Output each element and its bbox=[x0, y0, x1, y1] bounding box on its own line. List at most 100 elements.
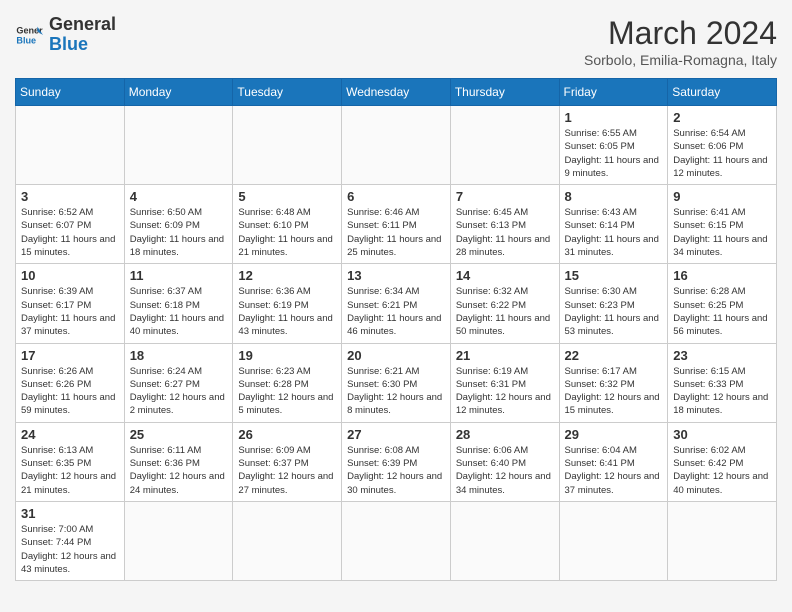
calendar-cell: 2 Sunrise: 6:54 AM Sunset: 6:06 PM Daylig… bbox=[668, 106, 777, 185]
day-number: 24 bbox=[21, 427, 119, 442]
day-info: Sunrise: 6:24 AM Sunset: 6:27 PM Dayligh… bbox=[130, 365, 228, 418]
calendar-cell: 10 Sunrise: 6:39 AM Sunset: 6:17 PM Dayli… bbox=[16, 264, 125, 343]
day-number: 17 bbox=[21, 348, 119, 363]
column-header-tuesday: Tuesday bbox=[233, 79, 342, 106]
day-info: Sunrise: 6:34 AM Sunset: 6:21 PM Dayligh… bbox=[347, 285, 445, 338]
day-info: Sunrise: 6:04 AM Sunset: 6:41 PM Dayligh… bbox=[565, 444, 663, 497]
calendar-week-row: 1 Sunrise: 6:55 AM Sunset: 6:05 PM Daylig… bbox=[16, 106, 777, 185]
column-header-monday: Monday bbox=[124, 79, 233, 106]
calendar-table: SundayMondayTuesdayWednesdayThursdayFrid… bbox=[15, 78, 777, 581]
day-info: Sunrise: 6:43 AM Sunset: 6:14 PM Dayligh… bbox=[565, 206, 663, 259]
day-number: 18 bbox=[130, 348, 228, 363]
day-info: Sunrise: 6:06 AM Sunset: 6:40 PM Dayligh… bbox=[456, 444, 554, 497]
calendar-cell bbox=[342, 106, 451, 185]
day-info: Sunrise: 6:32 AM Sunset: 6:22 PM Dayligh… bbox=[456, 285, 554, 338]
day-number: 20 bbox=[347, 348, 445, 363]
day-number: 2 bbox=[673, 110, 771, 125]
calendar-header-row: SundayMondayTuesdayWednesdayThursdayFrid… bbox=[16, 79, 777, 106]
month-title: March 2024 bbox=[584, 15, 777, 52]
calendar-cell: 25Sunrise: 6:11 AM Sunset: 6:36 PM Dayli… bbox=[124, 422, 233, 501]
calendar-cell: 21Sunrise: 6:19 AM Sunset: 6:31 PM Dayli… bbox=[450, 343, 559, 422]
day-info: Sunrise: 6:54 AM Sunset: 6:06 PM Dayligh… bbox=[673, 127, 771, 180]
day-number: 8 bbox=[565, 189, 663, 204]
day-info: Sunrise: 6:46 AM Sunset: 6:11 PM Dayligh… bbox=[347, 206, 445, 259]
day-info: Sunrise: 6:21 AM Sunset: 6:30 PM Dayligh… bbox=[347, 365, 445, 418]
day-number: 30 bbox=[673, 427, 771, 442]
column-header-saturday: Saturday bbox=[668, 79, 777, 106]
day-info: Sunrise: 7:00 AM Sunset: 7:44 PM Dayligh… bbox=[21, 523, 119, 576]
day-number: 4 bbox=[130, 189, 228, 204]
calendar-cell: 7 Sunrise: 6:45 AM Sunset: 6:13 PM Daylig… bbox=[450, 185, 559, 264]
day-info: Sunrise: 6:39 AM Sunset: 6:17 PM Dayligh… bbox=[21, 285, 119, 338]
day-info: Sunrise: 6:09 AM Sunset: 6:37 PM Dayligh… bbox=[238, 444, 336, 497]
day-info: Sunrise: 6:26 AM Sunset: 6:26 PM Dayligh… bbox=[21, 365, 119, 418]
calendar-cell: 6Sunrise: 6:46 AM Sunset: 6:11 PM Daylig… bbox=[342, 185, 451, 264]
calendar-cell: 13 Sunrise: 6:34 AM Sunset: 6:21 PM Dayli… bbox=[342, 264, 451, 343]
calendar-cell: 12 Sunrise: 6:36 AM Sunset: 6:19 PM Dayli… bbox=[233, 264, 342, 343]
calendar-cell: 30 Sunrise: 6:02 AM Sunset: 6:42 PM Dayli… bbox=[668, 422, 777, 501]
calendar-cell: 23 Sunrise: 6:15 AM Sunset: 6:33 PM Dayli… bbox=[668, 343, 777, 422]
calendar-week-row: 10 Sunrise: 6:39 AM Sunset: 6:17 PM Dayli… bbox=[16, 264, 777, 343]
day-number: 1 bbox=[565, 110, 663, 125]
calendar-week-row: 24 Sunrise: 6:13 AM Sunset: 6:35 PM Dayli… bbox=[16, 422, 777, 501]
day-info: Sunrise: 6:28 AM Sunset: 6:25 PM Dayligh… bbox=[673, 285, 771, 338]
column-header-friday: Friday bbox=[559, 79, 668, 106]
logo: General Blue General Blue bbox=[15, 15, 116, 55]
day-info: Sunrise: 6:37 AM Sunset: 6:18 PM Dayligh… bbox=[130, 285, 228, 338]
calendar-cell bbox=[233, 106, 342, 185]
day-info: Sunrise: 6:11 AM Sunset: 6:36 PM Dayligh… bbox=[130, 444, 228, 497]
calendar-cell bbox=[124, 501, 233, 580]
day-info: Sunrise: 6:41 AM Sunset: 6:15 PM Dayligh… bbox=[673, 206, 771, 259]
day-number: 21 bbox=[456, 348, 554, 363]
day-number: 31 bbox=[21, 506, 119, 521]
location-subtitle: Sorbolo, Emilia-Romagna, Italy bbox=[584, 52, 777, 68]
calendar-cell: 9 Sunrise: 6:41 AM Sunset: 6:15 PM Daylig… bbox=[668, 185, 777, 264]
day-info: Sunrise: 6:55 AM Sunset: 6:05 PM Dayligh… bbox=[565, 127, 663, 180]
calendar-week-row: 3 Sunrise: 6:52 AM Sunset: 6:07 PM Daylig… bbox=[16, 185, 777, 264]
day-info: Sunrise: 6:02 AM Sunset: 6:42 PM Dayligh… bbox=[673, 444, 771, 497]
calendar-cell: 20 Sunrise: 6:21 AM Sunset: 6:30 PM Dayli… bbox=[342, 343, 451, 422]
calendar-cell bbox=[124, 106, 233, 185]
calendar-cell: 5Sunrise: 6:48 AM Sunset: 6:10 PM Daylig… bbox=[233, 185, 342, 264]
day-info: Sunrise: 6:23 AM Sunset: 6:28 PM Dayligh… bbox=[238, 365, 336, 418]
calendar-cell: 27Sunrise: 6:08 AM Sunset: 6:39 PM Dayli… bbox=[342, 422, 451, 501]
calendar-cell: 31 Sunrise: 7:00 AM Sunset: 7:44 PM Dayli… bbox=[16, 501, 125, 580]
day-number: 12 bbox=[238, 268, 336, 283]
calendar-cell bbox=[342, 501, 451, 580]
day-number: 28 bbox=[456, 427, 554, 442]
day-info: Sunrise: 6:15 AM Sunset: 6:33 PM Dayligh… bbox=[673, 365, 771, 418]
calendar-cell: 18 Sunrise: 6:24 AM Sunset: 6:27 PM Dayli… bbox=[124, 343, 233, 422]
calendar-cell: 14 Sunrise: 6:32 AM Sunset: 6:22 PM Dayli… bbox=[450, 264, 559, 343]
day-info: Sunrise: 6:45 AM Sunset: 6:13 PM Dayligh… bbox=[456, 206, 554, 259]
day-info: Sunrise: 6:17 AM Sunset: 6:32 PM Dayligh… bbox=[565, 365, 663, 418]
day-info: Sunrise: 6:13 AM Sunset: 6:35 PM Dayligh… bbox=[21, 444, 119, 497]
calendar-cell bbox=[450, 106, 559, 185]
day-info: Sunrise: 6:52 AM Sunset: 6:07 PM Dayligh… bbox=[21, 206, 119, 259]
day-number: 9 bbox=[673, 189, 771, 204]
day-info: Sunrise: 6:36 AM Sunset: 6:19 PM Dayligh… bbox=[238, 285, 336, 338]
day-number: 26 bbox=[238, 427, 336, 442]
calendar-cell: 17 Sunrise: 6:26 AM Sunset: 6:26 PM Dayli… bbox=[16, 343, 125, 422]
header: General Blue General Blue March 2024 Sor… bbox=[15, 15, 777, 68]
day-number: 5 bbox=[238, 189, 336, 204]
calendar-cell: 15Sunrise: 6:30 AM Sunset: 6:23 PM Dayli… bbox=[559, 264, 668, 343]
day-number: 19 bbox=[238, 348, 336, 363]
day-number: 3 bbox=[21, 189, 119, 204]
calendar-cell: 11 Sunrise: 6:37 AM Sunset: 6:18 PM Dayli… bbox=[124, 264, 233, 343]
calendar-cell bbox=[559, 501, 668, 580]
calendar-cell: 19 Sunrise: 6:23 AM Sunset: 6:28 PM Dayli… bbox=[233, 343, 342, 422]
day-number: 16 bbox=[673, 268, 771, 283]
day-number: 23 bbox=[673, 348, 771, 363]
day-info: Sunrise: 6:30 AM Sunset: 6:23 PM Dayligh… bbox=[565, 285, 663, 338]
calendar-cell bbox=[450, 501, 559, 580]
day-number: 14 bbox=[456, 268, 554, 283]
day-number: 13 bbox=[347, 268, 445, 283]
day-number: 7 bbox=[456, 189, 554, 204]
calendar-week-row: 17 Sunrise: 6:26 AM Sunset: 6:26 PM Dayli… bbox=[16, 343, 777, 422]
column-header-sunday: Sunday bbox=[16, 79, 125, 106]
calendar-cell: 22Sunrise: 6:17 AM Sunset: 6:32 PM Dayli… bbox=[559, 343, 668, 422]
column-header-thursday: Thursday bbox=[450, 79, 559, 106]
day-number: 10 bbox=[21, 268, 119, 283]
calendar-cell: 1 Sunrise: 6:55 AM Sunset: 6:05 PM Daylig… bbox=[559, 106, 668, 185]
day-number: 11 bbox=[130, 268, 228, 283]
